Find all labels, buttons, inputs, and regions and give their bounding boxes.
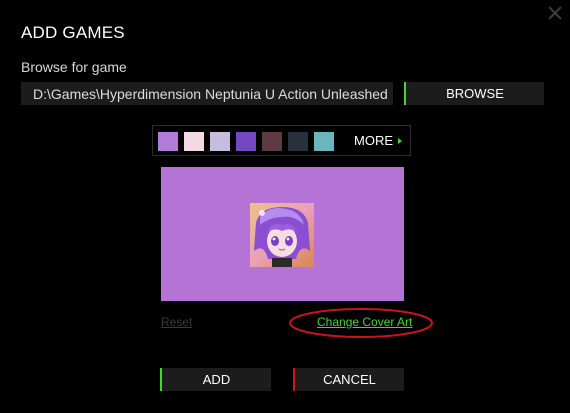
game-path-field[interactable] bbox=[21, 82, 393, 105]
color-swatch[interactable] bbox=[236, 132, 256, 151]
browse-label: Browse for game bbox=[21, 59, 127, 75]
color-swatch[interactable] bbox=[262, 132, 282, 151]
browse-button[interactable]: BROWSE bbox=[404, 82, 544, 105]
color-swatch[interactable] bbox=[184, 132, 204, 151]
color-swatch[interactable] bbox=[314, 132, 334, 151]
add-button[interactable]: ADD bbox=[160, 368, 271, 391]
more-label: MORE bbox=[354, 133, 393, 148]
game-cover-icon bbox=[250, 203, 314, 267]
cover-art-preview bbox=[161, 167, 404, 301]
add-games-dialog: ADD GAMES Browse for game BROWSE MORE bbox=[0, 0, 570, 413]
color-swatch[interactable] bbox=[158, 132, 178, 151]
dialog-title: ADD GAMES bbox=[21, 23, 125, 42]
chevron-right-icon bbox=[398, 137, 402, 144]
color-swatch[interactable] bbox=[288, 132, 308, 151]
change-cover-art-link[interactable]: Change Cover Art bbox=[317, 315, 412, 329]
cancel-button[interactable]: CANCEL bbox=[293, 368, 404, 391]
close-icon[interactable] bbox=[546, 4, 564, 22]
reset-link[interactable]: Reset bbox=[161, 315, 192, 329]
color-swatch[interactable] bbox=[210, 132, 230, 151]
more-colors-button[interactable]: MORE bbox=[354, 126, 402, 155]
color-swatch-bar: MORE bbox=[152, 125, 411, 156]
